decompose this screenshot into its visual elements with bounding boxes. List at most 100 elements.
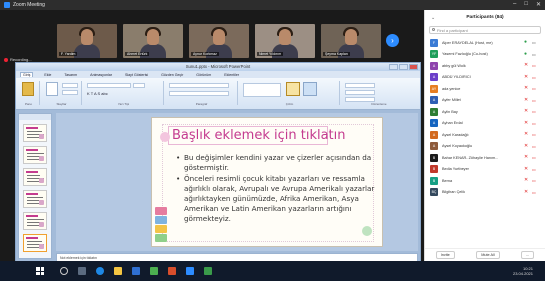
- camera-off-icon[interactable]: ▭: [532, 144, 538, 149]
- layout-button[interactable]: [62, 83, 78, 88]
- slide-thumbnail-selected[interactable]: [23, 234, 47, 252]
- participant-row[interactable]: A abby gül Wolk ✕ ▭: [425, 60, 545, 72]
- camera-icon[interactable]: ▭: [532, 52, 538, 57]
- video-tile[interactable]: Şeyma Kaplan: [321, 24, 381, 58]
- camera-off-icon[interactable]: ▭: [532, 178, 538, 183]
- camera-off-icon[interactable]: ▭: [532, 98, 538, 103]
- camera-off-icon[interactable]: ▭: [532, 109, 538, 114]
- participant-row[interactable]: A Ayfer Millet ✕ ▭: [425, 95, 545, 107]
- video-tile[interactable]: F. Yardim: [57, 24, 117, 58]
- ppt-close-icon[interactable]: [409, 64, 418, 70]
- paste-icon[interactable]: [22, 82, 34, 96]
- participant-row[interactable]: BÇ Bilgihan Çelik ✕ ▭: [425, 187, 545, 199]
- camera-off-icon[interactable]: ▭: [532, 190, 538, 195]
- tab-animations[interactable]: Animasyonlar: [88, 73, 114, 77]
- video-tile[interactable]: Nimet Yıldırım: [255, 24, 315, 58]
- system-tray-clock[interactable]: 10:21 23.04.2021: [513, 266, 533, 276]
- mic-muted-icon[interactable]: ✕: [524, 74, 528, 80]
- participant-row[interactable]: B Berna ✕ ▭: [425, 175, 545, 187]
- mic-muted-icon[interactable]: ✕: [524, 155, 528, 160]
- mic-on-icon[interactable]: ●: [524, 51, 528, 57]
- camera-icon[interactable]: ▭: [532, 40, 538, 45]
- tab-insert[interactable]: Ekle: [42, 73, 53, 77]
- close-icon[interactable]: ✕: [536, 1, 541, 8]
- replace-button[interactable]: [345, 90, 375, 95]
- chevron-down-icon[interactable]: ⌄: [431, 10, 435, 26]
- next-videos-icon[interactable]: ›: [386, 34, 399, 47]
- mic-muted-icon[interactable]: ✕: [524, 109, 528, 114]
- mic-muted-icon[interactable]: ✕: [524, 97, 528, 103]
- slide-content[interactable]: Bu değişimler kendini yazar ve çizerler …: [176, 153, 376, 225]
- video-tile[interactable]: Aynur Korkmaz: [189, 24, 249, 58]
- windows-start-icon[interactable]: [36, 267, 44, 275]
- minimize-icon[interactable]: –: [513, 1, 516, 8]
- tab-review[interactable]: Gözden Geçir: [159, 73, 185, 77]
- slide-title[interactable]: Başlık eklemek için tıklatın: [172, 128, 346, 143]
- app-icon[interactable]: [150, 267, 158, 275]
- find-button[interactable]: [345, 83, 375, 88]
- font-size-select[interactable]: [133, 83, 145, 88]
- participant-row[interactable]: A Aysel Koyaokoğlu ✕ ▭: [425, 141, 545, 153]
- video-tile[interactable]: Ahmet Ertürk: [123, 24, 183, 58]
- participant-row[interactable]: B Bedia Yurtbeyer ✕ ▭: [425, 164, 545, 176]
- font-family-select[interactable]: [87, 83, 131, 88]
- ppt-minimize-icon[interactable]: [389, 64, 398, 70]
- mic-muted-icon[interactable]: ✕: [524, 132, 528, 137]
- participant-row[interactable]: A Ayhan Erdal ✕ ▭: [425, 118, 545, 130]
- current-slide[interactable]: Başlık eklemek için tıklatın Bu değişiml…: [151, 117, 383, 247]
- slide-thumbnail[interactable]: [23, 190, 47, 208]
- mic-muted-icon[interactable]: ✕: [524, 189, 528, 195]
- thumbnails-tab[interactable]: [19, 114, 51, 120]
- participant-row[interactable]: A ABDÜ YILDIRICI ✕ ▭: [425, 72, 545, 84]
- participant-row[interactable]: A Aysel Karadağlı ✕ ▭: [425, 129, 545, 141]
- camera-off-icon[interactable]: ▭: [532, 167, 538, 172]
- shapes-gallery[interactable]: [243, 83, 281, 97]
- participant-row[interactable]: YF Yasemi Fazlıoğlu (Co-host) ● ▭: [425, 49, 545, 61]
- tab-design[interactable]: Tasarım: [62, 73, 79, 77]
- quick-styles-icon[interactable]: [303, 82, 317, 96]
- tab-addins[interactable]: Eklentiler: [222, 73, 241, 77]
- mic-muted-icon[interactable]: ✕: [524, 63, 528, 68]
- mute-all-button[interactable]: Mute All: [476, 251, 500, 259]
- participant-row[interactable]: A Aylin Bay ✕ ▭: [425, 106, 545, 118]
- slide-thumbnail[interactable]: [23, 212, 47, 230]
- powerpoint-icon[interactable]: [168, 267, 176, 275]
- new-slide-icon[interactable]: [46, 82, 58, 96]
- tab-view[interactable]: Görünüm: [194, 73, 213, 77]
- slide-thumbnail[interactable]: [23, 146, 47, 164]
- maximize-icon[interactable]: □: [524, 1, 528, 8]
- invite-button[interactable]: Invite: [435, 251, 455, 259]
- camera-off-icon[interactable]: ▭: [532, 75, 538, 80]
- mic-muted-icon[interactable]: ✕: [524, 86, 528, 91]
- ppt-maximize-icon[interactable]: [399, 64, 408, 70]
- arrange-icon[interactable]: [286, 82, 300, 96]
- zoom-taskbar-icon[interactable]: [186, 267, 194, 275]
- camera-off-icon[interactable]: ▭: [532, 155, 538, 160]
- participant-row[interactable]: AY ada yenice ✕ ▭: [425, 83, 545, 95]
- participant-row[interactable]: B Bahar KENAR- Zöhaylie Hanım... ✕ ▭: [425, 152, 545, 164]
- mic-muted-icon[interactable]: ✕: [524, 120, 528, 126]
- camera-off-icon[interactable]: ▭: [532, 63, 538, 68]
- participant-search-input[interactable]: Find a participant: [429, 26, 541, 34]
- more-button[interactable]: ...: [521, 251, 535, 259]
- tab-home[interactable]: Giriş: [20, 72, 34, 77]
- slide-thumbnail[interactable]: [23, 168, 47, 186]
- font-format-buttons[interactable]: K T A S abc: [87, 91, 157, 97]
- reset-button[interactable]: [62, 90, 78, 95]
- mic-muted-icon[interactable]: ✕: [524, 143, 528, 149]
- slide-thumbnail[interactable]: [23, 124, 47, 142]
- task-view-icon[interactable]: [78, 267, 86, 275]
- mic-muted-icon[interactable]: ✕: [524, 178, 528, 183]
- file-explorer-icon[interactable]: [114, 267, 122, 275]
- list-buttons[interactable]: [169, 83, 229, 88]
- tab-slideshow[interactable]: Slayt Gösterisi: [123, 73, 150, 77]
- mic-on-icon[interactable]: ●: [524, 40, 528, 45]
- camera-off-icon[interactable]: ▭: [532, 121, 538, 126]
- camera-off-icon[interactable]: ▭: [532, 86, 538, 91]
- store-icon[interactable]: [132, 267, 140, 275]
- edge-icon[interactable]: [96, 267, 104, 275]
- app-icon[interactable]: [204, 267, 212, 275]
- camera-off-icon[interactable]: ▭: [532, 132, 538, 137]
- search-icon[interactable]: [60, 267, 68, 275]
- participant-row[interactable]: F Alper ERAYDELAL (Host, me) ● ▭: [425, 37, 545, 49]
